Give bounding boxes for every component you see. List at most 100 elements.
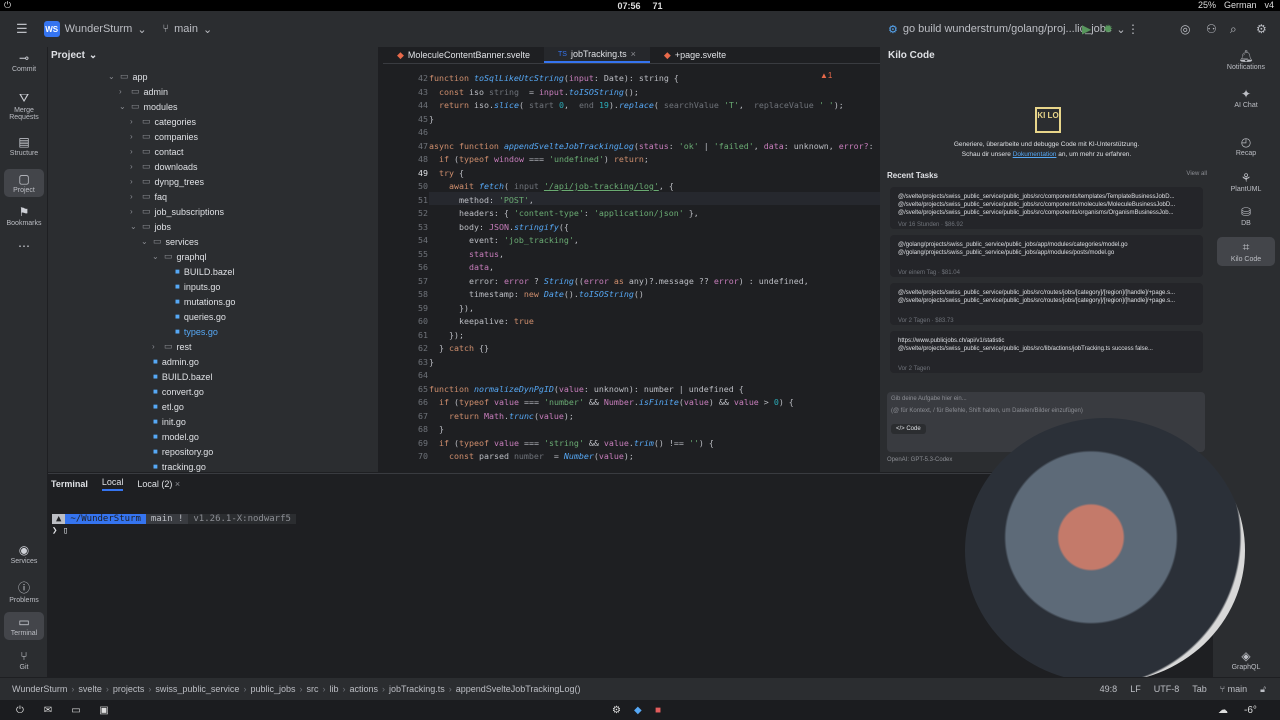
code-line[interactable]: try { [429, 168, 464, 178]
chevron-down-icon[interactable]: ⌄ [108, 72, 116, 81]
mode-selector[interactable]: </> Code [891, 424, 926, 434]
line-number[interactable]: 65 [383, 384, 428, 394]
tree-folder[interactable]: › ▭ companies [130, 129, 198, 144]
run-config-selector[interactable]: ⚙ go build wunderstrum/golang/proj...lic… [880, 19, 1134, 40]
tree-folder[interactable]: ⌄ ▭ app [108, 69, 148, 84]
tool-merge-requests[interactable]: ⛛ Merge Requests [4, 91, 44, 121]
chevron-down-icon[interactable]: ⌄ [152, 252, 160, 261]
tree-folder[interactable]: › ▭ downloads [130, 159, 198, 174]
ai-assistant-icon[interactable]: ◎ [1180, 22, 1190, 36]
tab-molecule-content-banner[interactable]: ◆ MoleculeContentBanner.svelte [383, 47, 544, 63]
tree-file[interactable]: ■ types.go [163, 324, 218, 339]
breadcrumb-item[interactable]: src [306, 684, 318, 694]
tab-local[interactable]: Local [101, 477, 124, 491]
tree-folder[interactable]: ⌄ ▭ graphql [152, 249, 207, 264]
line-number[interactable]: 50 [383, 181, 428, 191]
code-line[interactable]: if (typeof value === 'number' && Number.… [429, 397, 794, 407]
model-label[interactable]: OpenAI: GPT-5.3-Codex [887, 457, 952, 463]
tree-file[interactable]: ■ BUILD.bazel [163, 264, 234, 279]
tool-plantuml[interactable]: ⚘ PlantUML [1217, 171, 1275, 193]
debug-icon[interactable]: ✹ [1103, 22, 1113, 36]
tree-file[interactable]: ■ tracking.go [141, 459, 206, 474]
docs-link[interactable]: Dokumentation [1013, 151, 1057, 158]
code-line[interactable]: error: error ? String((error as any)?.me… [429, 276, 809, 286]
code-line[interactable]: return iso.slice( start 0, end 19).repla… [429, 100, 844, 110]
code-line[interactable]: data, [429, 262, 494, 272]
line-number[interactable]: 46 [383, 127, 428, 137]
tool-problems[interactable]: ⓘ Problems [4, 579, 44, 604]
line-number[interactable]: 57 [383, 276, 428, 286]
code-line[interactable]: } [429, 357, 434, 367]
code-line[interactable]: if (typeof window === 'undefined') retur… [429, 154, 649, 164]
breadcrumb-item[interactable]: WunderSturm [12, 684, 67, 694]
chevron-right-icon[interactable]: › [130, 117, 138, 126]
code-line[interactable]: timestamp: new Date().toISOString() [429, 289, 644, 299]
code-line[interactable]: body: JSON.stringify({ [429, 222, 569, 232]
breadcrumb-item[interactable]: swiss_public_service [155, 684, 239, 694]
line-ending[interactable]: LF [1130, 684, 1141, 695]
tool-structure[interactable]: ▤ Structure [4, 135, 44, 157]
line-number[interactable]: 67 [383, 411, 428, 421]
line-number[interactable]: 47 [383, 141, 428, 151]
lock-icon[interactable]: 🔓︎ [1260, 684, 1266, 695]
breadcrumb-item[interactable]: jobTracking.ts [389, 684, 445, 694]
warning-indicator[interactable]: ▲1 [820, 71, 832, 80]
code-line[interactable]: method: 'POST', [429, 195, 534, 205]
more-icon[interactable]: ⋮ [1127, 22, 1139, 36]
chevron-right-icon[interactable]: › [119, 87, 127, 96]
code-line[interactable]: const parsed number = Number(value); [429, 451, 634, 461]
tool-bookmarks[interactable]: ⚑ Bookmarks [4, 205, 44, 227]
line-number[interactable]: 64 [383, 370, 428, 380]
tree-file[interactable]: ■ model.go [141, 429, 199, 444]
project-panel-header[interactable]: Project ⌄ [48, 47, 378, 63]
line-number[interactable]: 70 [383, 451, 428, 461]
tool-commit[interactable]: ⊸ Commit [4, 51, 44, 73]
chevron-right-icon[interactable]: › [152, 342, 160, 351]
tool-services[interactable]: ◉ Services [4, 543, 44, 565]
chevron-down-icon[interactable]: ⌄ [130, 222, 138, 231]
line-number[interactable]: 42 [383, 73, 428, 83]
code-line[interactable]: status, [429, 249, 504, 259]
code-line[interactable]: headers: { 'content-type': 'application/… [429, 208, 699, 218]
main-menu-icon[interactable]: ☰ [8, 17, 36, 41]
mail-icon[interactable]: ✉ [40, 705, 56, 716]
chevron-right-icon[interactable]: › [130, 177, 138, 186]
browser-app-icon[interactable]: ◆ [634, 705, 642, 716]
chevron-down-icon[interactable]: ⌄ [141, 237, 149, 246]
code-line[interactable]: } [429, 114, 434, 124]
project-switcher[interactable]: WS WunderSturm ⌄ [36, 17, 155, 41]
tool-notifications[interactable]: 🔔︎ Notifications [1217, 49, 1275, 71]
tree-folder[interactable]: › ▭ job_subscriptions [130, 204, 224, 219]
breadcrumb-item[interactable]: actions [349, 684, 378, 694]
search-icon[interactable]: ⌕ [1230, 22, 1237, 37]
terminal-prompt[interactable]: ▲ ~/WunderSturm main ! v1.26.1-X:nodwarf… [52, 514, 296, 524]
tree-folder[interactable]: › ▭ contact [130, 144, 184, 159]
tab-page-svelte[interactable]: ◆ +page.svelte [650, 47, 740, 63]
recent-task[interactable]: @/svelte/projects/swiss_public_service/p… [890, 283, 1203, 325]
line-number[interactable]: 61 [383, 330, 428, 340]
indent[interactable]: Tab [1192, 684, 1207, 695]
code-line[interactable]: if (typeof value === 'string' && value.t… [429, 438, 714, 448]
code-line[interactable]: keepalive: true [429, 316, 534, 326]
chevron-right-icon[interactable]: › [130, 162, 138, 171]
chevron-right-icon[interactable]: › [130, 192, 138, 201]
tree-file[interactable]: ■ BUILD.bazel [141, 369, 212, 384]
line-number[interactable]: 62 [383, 343, 428, 353]
tree-folder[interactable]: › ▭ faq [130, 189, 167, 204]
power-icon[interactable]: ⏻ [4, 0, 11, 11]
code-line[interactable]: }); [429, 330, 464, 340]
tree-file[interactable]: ■ convert.go [141, 384, 204, 399]
settings-app-icon[interactable]: ⚙ [612, 705, 621, 716]
line-number[interactable]: 68 [383, 424, 428, 434]
breadcrumb-item[interactable]: public_jobs [250, 684, 295, 694]
code-line[interactable]: const iso string = input.toISOString(); [429, 87, 639, 97]
line-number[interactable]: 59 [383, 303, 428, 313]
ide-app-icon[interactable]: ■ [655, 705, 661, 716]
tree-file[interactable]: ■ repository.go [141, 444, 213, 459]
line-number[interactable]: 49 [383, 168, 428, 178]
tree-file[interactable]: ■ init.go [141, 414, 186, 429]
line-number[interactable]: 54 [383, 235, 428, 245]
chevron-right-icon[interactable]: › [130, 132, 138, 141]
run-icon[interactable]: ▶ [1082, 22, 1091, 36]
tree-file[interactable]: ■ etl.go [141, 399, 184, 414]
